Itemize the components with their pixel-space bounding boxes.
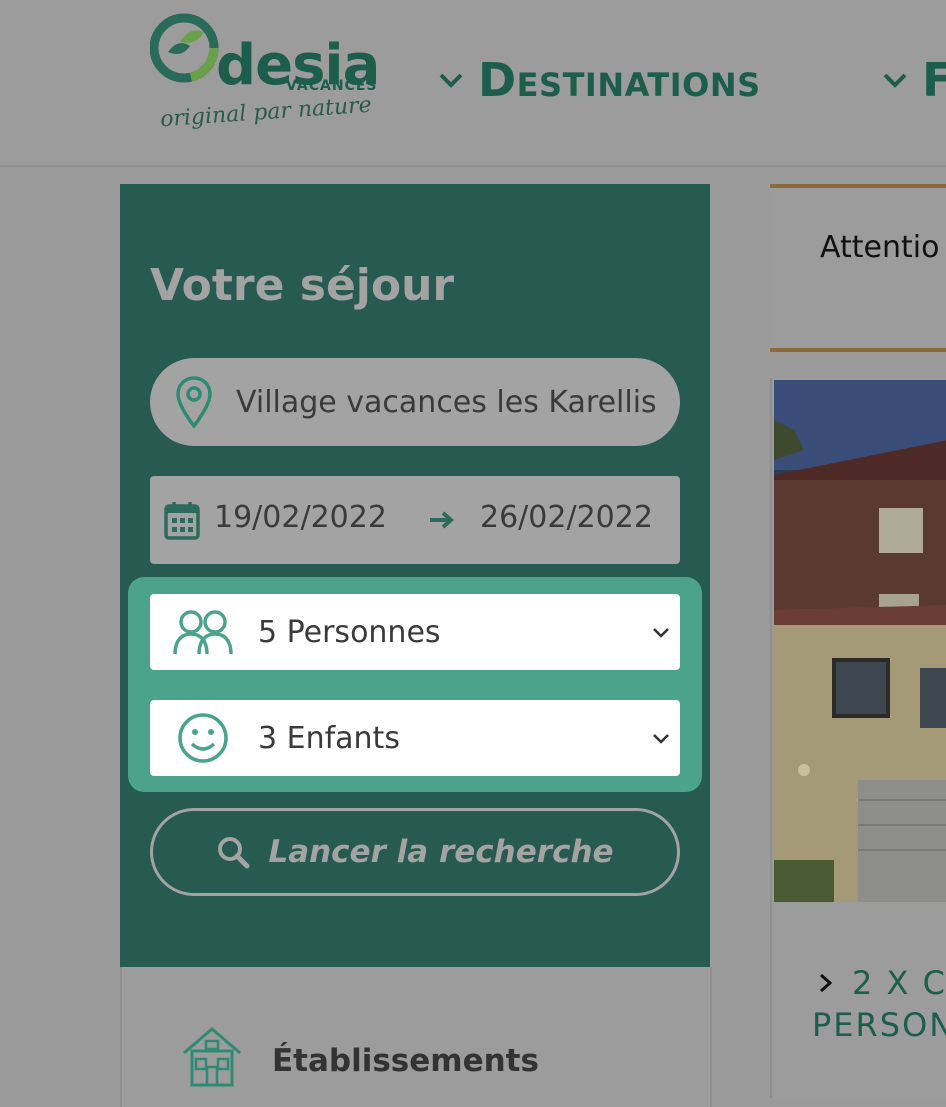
persons-value: 5 Personnes: [258, 614, 441, 650]
logo-sub-text: VACANCES: [286, 78, 378, 94]
nav-second-label: F: [922, 53, 946, 107]
nav-destinations-label: Destinations: [478, 53, 761, 107]
nav-destinations[interactable]: Destinations: [438, 52, 761, 108]
calendar-icon: [164, 502, 200, 540]
establishments-label: Établissements: [272, 1043, 539, 1079]
panel-title: Votre séjour: [150, 260, 455, 311]
children-value: 3 Enfants: [258, 720, 400, 756]
map-pin-icon: [176, 376, 212, 429]
room-title-line2: PERSON: [812, 1006, 946, 1044]
house-icon: [183, 1027, 241, 1087]
smiley-icon: [178, 713, 228, 763]
date-range-field[interactable]: 19/02/2022 26/02/2022: [150, 476, 680, 564]
room-title-line1: 2 X C: [852, 964, 946, 1002]
room-title[interactable]: 2 X C PERSON: [812, 962, 946, 1046]
chevron-down-icon: [883, 73, 907, 88]
arrow-right-icon: [430, 511, 455, 529]
chevron-down-icon: [653, 628, 669, 638]
search-icon: [218, 837, 250, 869]
room-card[interactable]: 2 X C PERSON: [770, 378, 946, 1098]
chalet-photo: [774, 380, 946, 902]
site-header: desia VACANCES original par nature Desti…: [0, 0, 946, 167]
odesia-logo[interactable]: desia VACANCES original par nature: [149, 12, 390, 142]
search-panel: Votre séjour Village vacances les Karell…: [120, 184, 710, 967]
nav-second[interactable]: F: [882, 52, 946, 108]
guests-highlight: 5 Personnes 3 Enfants: [128, 577, 702, 792]
notice-text: Attentio: [820, 230, 940, 265]
chevron-down-icon: [653, 734, 669, 744]
location-value: Village vacances les Karellis: [236, 384, 657, 420]
search-button[interactable]: Lancer la recherche: [150, 808, 680, 896]
date-start: 19/02/2022: [214, 500, 387, 535]
establishments-filter[interactable]: Établissements: [120, 967, 712, 1107]
persons-select[interactable]: 5 Personnes: [150, 594, 680, 670]
people-icon: [173, 610, 233, 655]
date-end: 26/02/2022: [480, 500, 653, 535]
children-select[interactable]: 3 Enfants: [150, 700, 680, 776]
search-button-label: Lancer la recherche: [268, 834, 614, 870]
chevron-down-icon: [439, 73, 463, 88]
location-field[interactable]: Village vacances les Karellis: [150, 358, 680, 446]
notice-banner: Attentio: [770, 184, 946, 352]
